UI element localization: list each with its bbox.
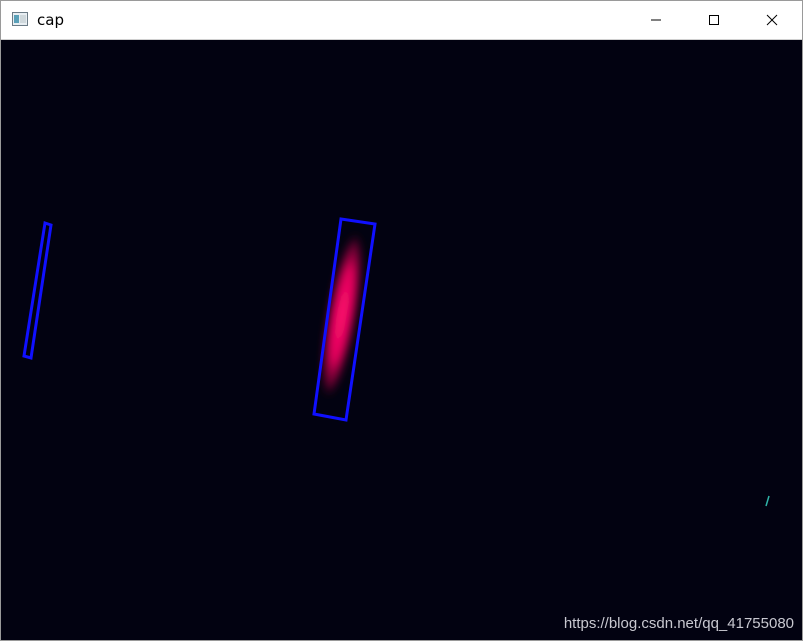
- watermark-text: https://blog.csdn.net/qq_41755080: [563, 615, 794, 632]
- camera-image: [22, 217, 770, 507]
- glint: [765, 495, 770, 507]
- close-icon: [766, 14, 778, 26]
- detection-box-left: [22, 221, 53, 360]
- window-title: cap: [37, 11, 64, 29]
- close-button[interactable]: [749, 1, 795, 39]
- maximize-button[interactable]: [691, 1, 737, 39]
- maximize-icon: [709, 15, 719, 25]
- minimize-button[interactable]: [633, 1, 679, 39]
- app-icon: [12, 12, 28, 26]
- minimize-icon: [651, 19, 661, 21]
- title-bar[interactable]: cap: [1, 1, 802, 40]
- camera-frame: https://blog.csdn.net/qq_41755080: [1, 40, 802, 640]
- app-window: cap https://blog.csdn.net/qq_41755080: [0, 0, 803, 641]
